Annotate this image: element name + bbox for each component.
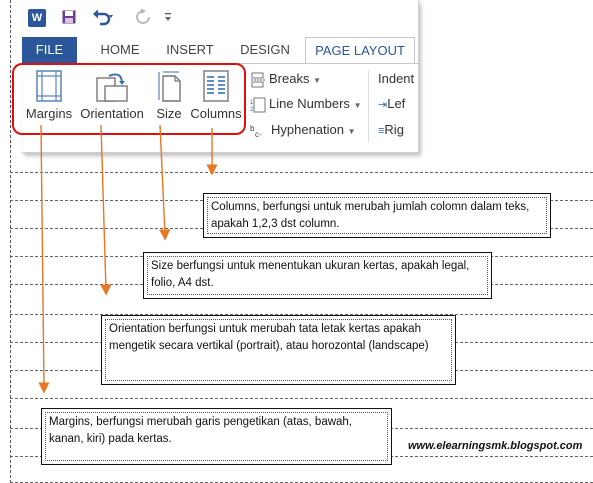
hyphenation-button[interactable]: b c- Hyphenation ▼	[250, 120, 356, 140]
breaks-icon	[251, 72, 265, 88]
tab-design[interactable]: DESIGN	[234, 37, 296, 63]
save-icon[interactable]	[62, 10, 76, 24]
word-app-icon[interactable]: W	[28, 9, 46, 27]
ribbon-tabs: FILE HOME INSERT DESIGN PAGE LAYOUT	[22, 37, 418, 64]
breaks-button[interactable]: Breaks ▼	[250, 69, 321, 89]
size-callout-text: Size berfungsi untuk menentukan ukuran k…	[147, 256, 488, 295]
columns-callout-text: Columns, berfungsi untuk merubah jumlah …	[207, 197, 547, 234]
breaks-label: Breaks	[269, 71, 310, 86]
ribbon: W FILE HOME INSERT DESIGN PAGE LAYOUT Ma	[12, 0, 419, 153]
indent-left-label: Lef	[387, 96, 406, 111]
redo-icon[interactable]	[134, 8, 152, 26]
margins-callout-text: Margins, berfungsi merubah garis pengeti…	[45, 412, 388, 461]
indent-right-label: Rig	[384, 122, 404, 137]
dropdown-caret-icon: ▼	[353, 101, 362, 110]
ruled-line	[10, 172, 593, 173]
dropdown-caret-icon: ▼	[313, 76, 322, 85]
svg-text:1: 1	[250, 100, 254, 106]
orientation-callout: Orientation berfungsi untuk merubah tata…	[101, 315, 456, 385]
svg-text:2: 2	[250, 107, 254, 113]
line-numbers-label: Line Numbers	[269, 96, 350, 111]
svg-text:c-: c-	[255, 130, 262, 139]
page-left-border	[10, 0, 11, 483]
tab-file[interactable]: FILE	[22, 37, 77, 63]
orientation-callout-text: Orientation berfungsi untuk merubah tata…	[105, 319, 452, 381]
indent-left-icon: ⇥	[378, 99, 388, 111]
hyphenation-label: Hyphenation	[271, 122, 344, 137]
tab-insert[interactable]: INSERT	[160, 37, 220, 63]
tab-page-layout[interactable]: PAGE LAYOUT	[305, 37, 415, 64]
site-credit: www.elearningsmk.blogspot.com	[408, 440, 583, 452]
indent-heading: Indent	[378, 71, 415, 86]
size-callout: Size berfungsi untuk menentukan ukuran k…	[143, 252, 492, 299]
indent-left-field[interactable]: ⇥Lef	[378, 94, 418, 114]
indent-right-field[interactable]: ≡Rig	[378, 120, 418, 140]
ruled-line	[10, 398, 593, 399]
columns-callout: Columns, berfungsi untuk merubah jumlah …	[203, 193, 551, 238]
tab-home[interactable]: HOME	[92, 37, 148, 63]
group-separator	[368, 70, 369, 142]
customize-toolbar-icon[interactable]	[163, 10, 173, 24]
undo-icon[interactable]	[92, 8, 114, 26]
dropdown-caret-icon: ▼	[347, 127, 356, 136]
line-numbers-icon: 1 2	[250, 97, 266, 113]
line-numbers-button[interactable]: 1 2 Line Numbers ▼	[250, 94, 361, 114]
hyphenation-icon: b c-	[250, 124, 262, 139]
highlight-frame	[12, 63, 246, 135]
margins-callout: Margins, berfungsi merubah garis pengeti…	[41, 408, 392, 465]
